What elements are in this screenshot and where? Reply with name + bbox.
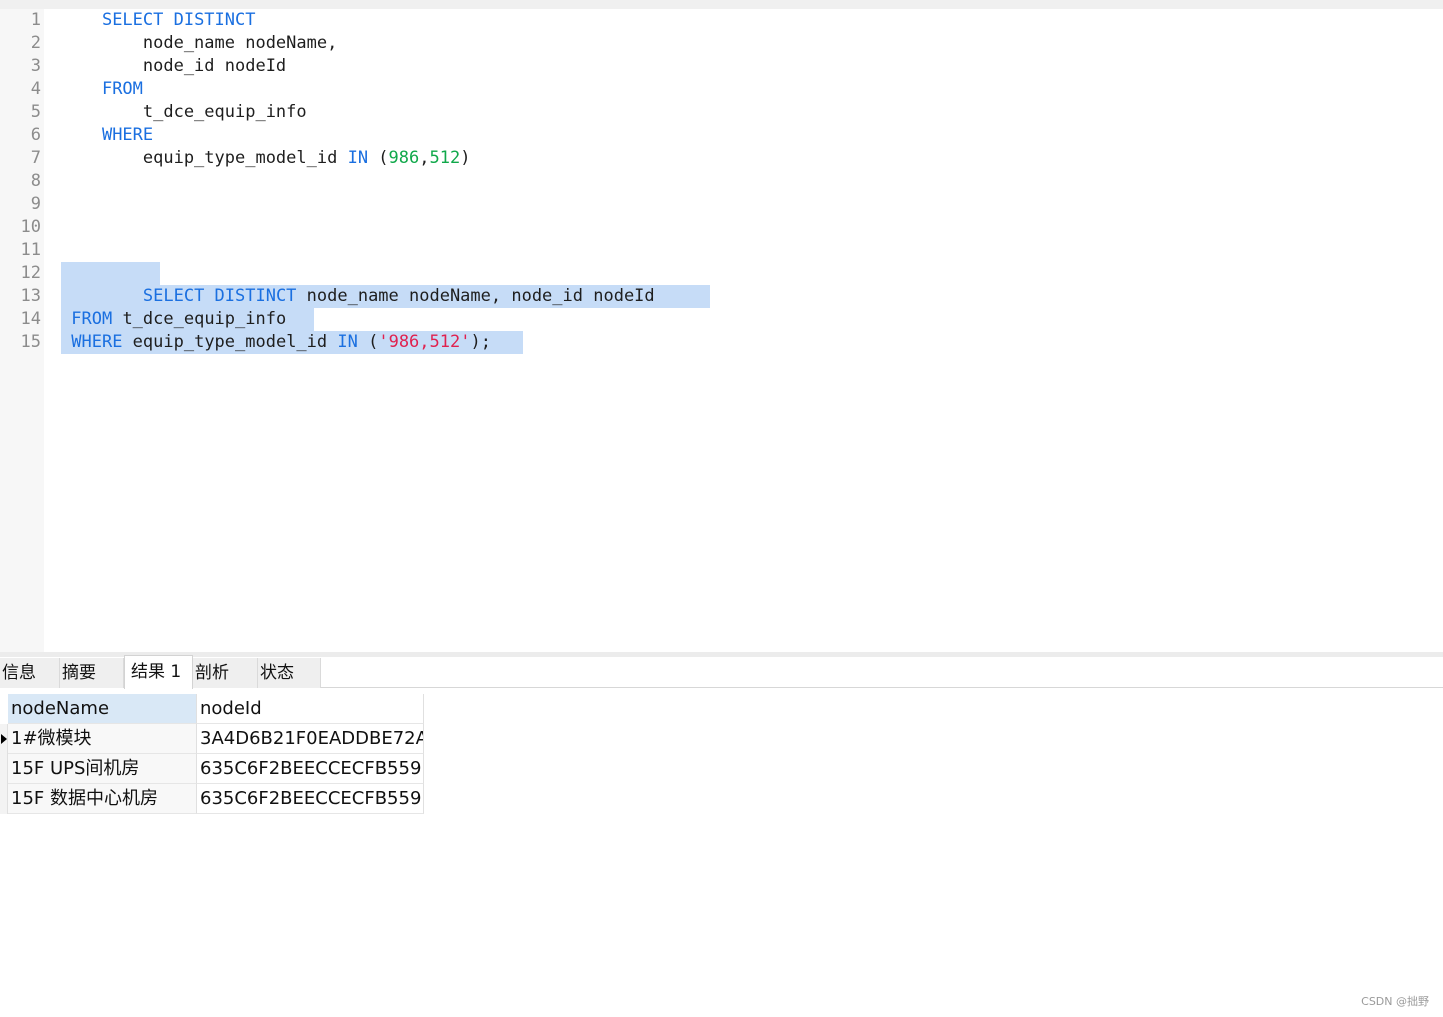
current-row-arrow-icon (1, 734, 7, 744)
code-line: WHERE equip_type_model_id IN ('986,512')… (61, 331, 491, 354)
line-number-gutter: 1 2 3 4 5 6 7 8 9 10 11 12 13 14 15 (0, 9, 44, 652)
sql-text: ( (368, 148, 389, 168)
line-number: 6 (30, 125, 41, 145)
selection-block (61, 262, 160, 285)
sql-text: ); (470, 332, 491, 352)
table-cell[interactable]: 15F 数据中心机房 (8, 784, 197, 814)
line-number: 13 (20, 286, 41, 306)
table-cell[interactable]: 635C6F2BEECCECFB559E9 (197, 754, 424, 784)
row-selector[interactable] (0, 754, 8, 784)
line-number: 4 (30, 79, 41, 99)
column-header[interactable]: nodeName (8, 694, 197, 724)
row-selector[interactable] (0, 724, 8, 754)
top-strip (0, 0, 1443, 9)
sql-text: node_name nodeName, (61, 33, 338, 53)
sql-text: node_name nodeName, node_id nodeId (296, 286, 665, 306)
sql-keyword: WHERE (71, 332, 123, 352)
table-cell[interactable]: 3A4D6B21F0EADDBE72A (197, 724, 424, 754)
sql-keyword: SELECT DISTINCT (142, 286, 297, 306)
code-line: FROM t_dce_equip_info (61, 308, 296, 331)
code-line: SELECT DISTINCT node_name nodeName, node… (61, 285, 665, 308)
sql-text: t_dce_equip_info (61, 102, 307, 122)
tab-3[interactable]: 结果 1 (124, 655, 193, 689)
sql-keyword: FROM (101, 79, 143, 99)
line-number: 7 (30, 148, 41, 168)
line-number: 5 (30, 102, 41, 122)
code-line: SELECT DISTINCT (61, 9, 256, 32)
table-cell[interactable]: 635C6F2BEECCECFB559E9 (197, 784, 424, 814)
code-line: FROM (61, 78, 143, 101)
tab-2[interactable]: 摘要 (60, 658, 124, 688)
watermark: CSDN @拙野 (1361, 995, 1429, 1008)
line-number: 9 (30, 194, 41, 214)
column-header[interactable]: nodeId (197, 694, 424, 724)
line-number: 2 (30, 33, 41, 53)
result-tabs: 信息 摘要 结果 1 剖析 状态 (0, 655, 1443, 689)
table-cell[interactable]: 15F UPS间机房 (8, 754, 197, 784)
sql-keyword: IN (347, 148, 369, 168)
code-line: WHERE (61, 124, 153, 147)
line-number: 1 (30, 10, 41, 30)
line-number: 14 (20, 309, 41, 329)
sql-number: 986 (388, 148, 420, 168)
sql-text: , (419, 148, 430, 168)
sql-editor[interactable]: 1 2 3 4 5 6 7 8 9 10 11 12 13 14 15 SELECT DISTINCT no… (0, 9, 1443, 652)
table-cell[interactable]: 1#微模块 (8, 724, 197, 754)
line-number: 15 (20, 332, 41, 352)
tab-4[interactable]: 剖析 (193, 658, 258, 688)
sql-text: ) (460, 148, 471, 168)
code-line: t_dce_equip_info (61, 101, 307, 124)
sql-text: t_dce_equip_info (112, 309, 297, 329)
line-number: 12 (20, 263, 41, 283)
sql-keyword: IN (337, 332, 358, 352)
sql-number: 512 (429, 148, 461, 168)
code-line: node_name nodeName, (61, 32, 337, 55)
line-number: 11 (20, 240, 41, 260)
code-line: equip_type_model_id IN (986,512) (61, 147, 471, 170)
row-selector[interactable] (0, 784, 8, 814)
line-number: 10 (20, 217, 41, 237)
sql-keyword: WHERE (101, 125, 154, 145)
sql-text: equip_type_model_id (122, 332, 338, 352)
tab-1[interactable]: 信息 (0, 658, 60, 688)
code-line: node_id nodeId (61, 55, 286, 78)
line-number: 3 (30, 56, 41, 76)
sql-text: equip_type_model_id (61, 148, 348, 168)
tab-5[interactable]: 状态 (258, 658, 321, 688)
sql-text: node_id nodeId (61, 56, 287, 76)
sql-keyword: SELECT DISTINCT (101, 10, 256, 30)
sql-text: ( (357, 332, 379, 352)
line-number: 8 (30, 171, 41, 191)
sql-string: '986,512' (378, 332, 471, 352)
sql-keyword: FROM (71, 309, 113, 329)
